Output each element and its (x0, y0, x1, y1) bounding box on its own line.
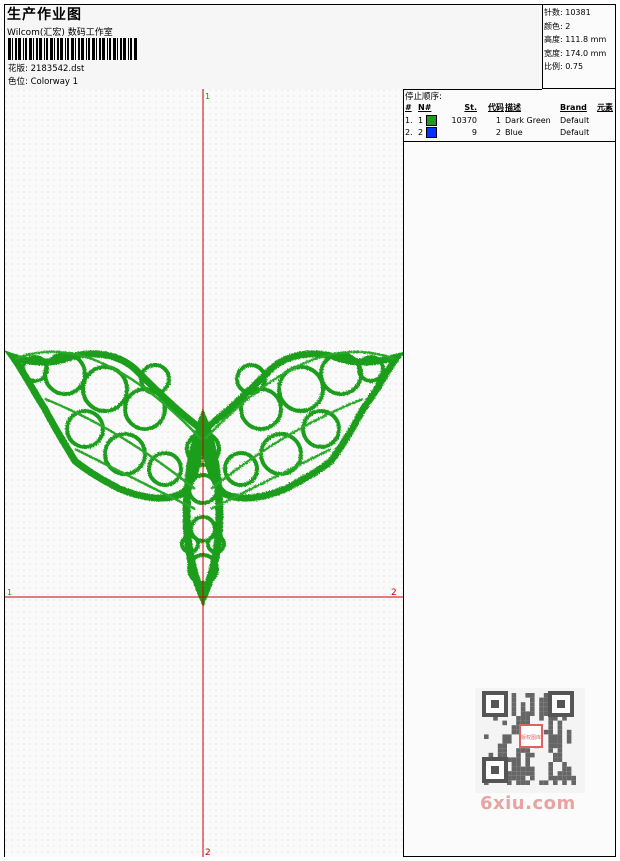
row-stitches: 9 (471, 127, 477, 137)
marker-left: 1 (7, 588, 12, 597)
col-header-n: N# (418, 103, 432, 112)
color-swatch (425, 126, 437, 138)
production-sheet: 生产作业图 Wilcom(汇宏) 数码工作室 花版: 2183542.dst 色… (3, 4, 616, 858)
design-scale: 比例: 0.75 (544, 62, 584, 71)
col-header-code: 代码 (488, 103, 504, 112)
design-file-label: 花版: 2183542.dst (8, 64, 85, 74)
col-header-description: 描述 (505, 103, 521, 112)
table-header-row: # N# St. 代码 描述 Brand 元素 (404, 101, 615, 114)
design-height: 高度: 111.8 mm (544, 35, 607, 44)
marker-bottom: 2 (205, 848, 211, 857)
watermark-seal-text: 版权图库 (521, 734, 541, 741)
color-count: 颜色: 2 (544, 21, 571, 31)
stop-sequence-table: # N# St. 代码 描述 Brand 元素 1. 1 10370 1 Dar… (404, 101, 615, 138)
table-row[interactable]: 2. 2 9 2 Blue Default (404, 126, 615, 138)
stitch-count: 针数: 10381 (544, 8, 591, 17)
row-code: 1 (495, 115, 501, 125)
design-width: 宽度: 174.0 mm (544, 48, 607, 58)
marker-top: 1 (205, 92, 210, 101)
row-num: 1. (405, 115, 413, 125)
row-needle: 2 (417, 126, 446, 138)
marker-right: 2 (391, 588, 397, 598)
row-num: 2. (405, 127, 413, 137)
table-divider (404, 141, 615, 142)
table-row[interactable]: 1. 1 10370 1 Dark Green Default (404, 114, 615, 126)
color-swatch (425, 114, 437, 126)
row-needle: 1 (417, 114, 446, 126)
row-brand: Default (560, 115, 590, 125)
company-name: Wilcom(汇宏) 数码工作室 (7, 28, 113, 38)
colorway-label: 色位: Colorway 1 (8, 77, 79, 87)
canvas-svg: 1 1 2 2 (3, 89, 406, 858)
watermark-site-text: 6xiu.com (480, 793, 576, 814)
row-code: 2 (495, 127, 501, 137)
row-stitches: 10370 (451, 115, 477, 125)
sheet-header: 生产作业图 Wilcom(汇宏) 数码工作室 花版: 2183542.dst 色… (5, 5, 542, 90)
design-canvas[interactable]: 1 1 2 2 (3, 89, 406, 858)
row-description: Blue (505, 127, 523, 137)
row-description: Dark Green (505, 115, 551, 125)
row-element (596, 114, 615, 126)
barcode (8, 38, 137, 60)
col-header-element: 元素 (597, 103, 613, 112)
design-stats: 针数: 10381 颜色: 2 高度: 111.8 mm 宽度: 174.0 m… (542, 5, 615, 89)
col-header-brand: Brand (560, 103, 587, 112)
row-brand: Default (560, 127, 590, 137)
col-header-stitches: St. (464, 103, 477, 112)
sheet-title: 生产作业图 (7, 7, 82, 23)
col-header-num: # (405, 103, 412, 112)
row-element (596, 126, 615, 138)
